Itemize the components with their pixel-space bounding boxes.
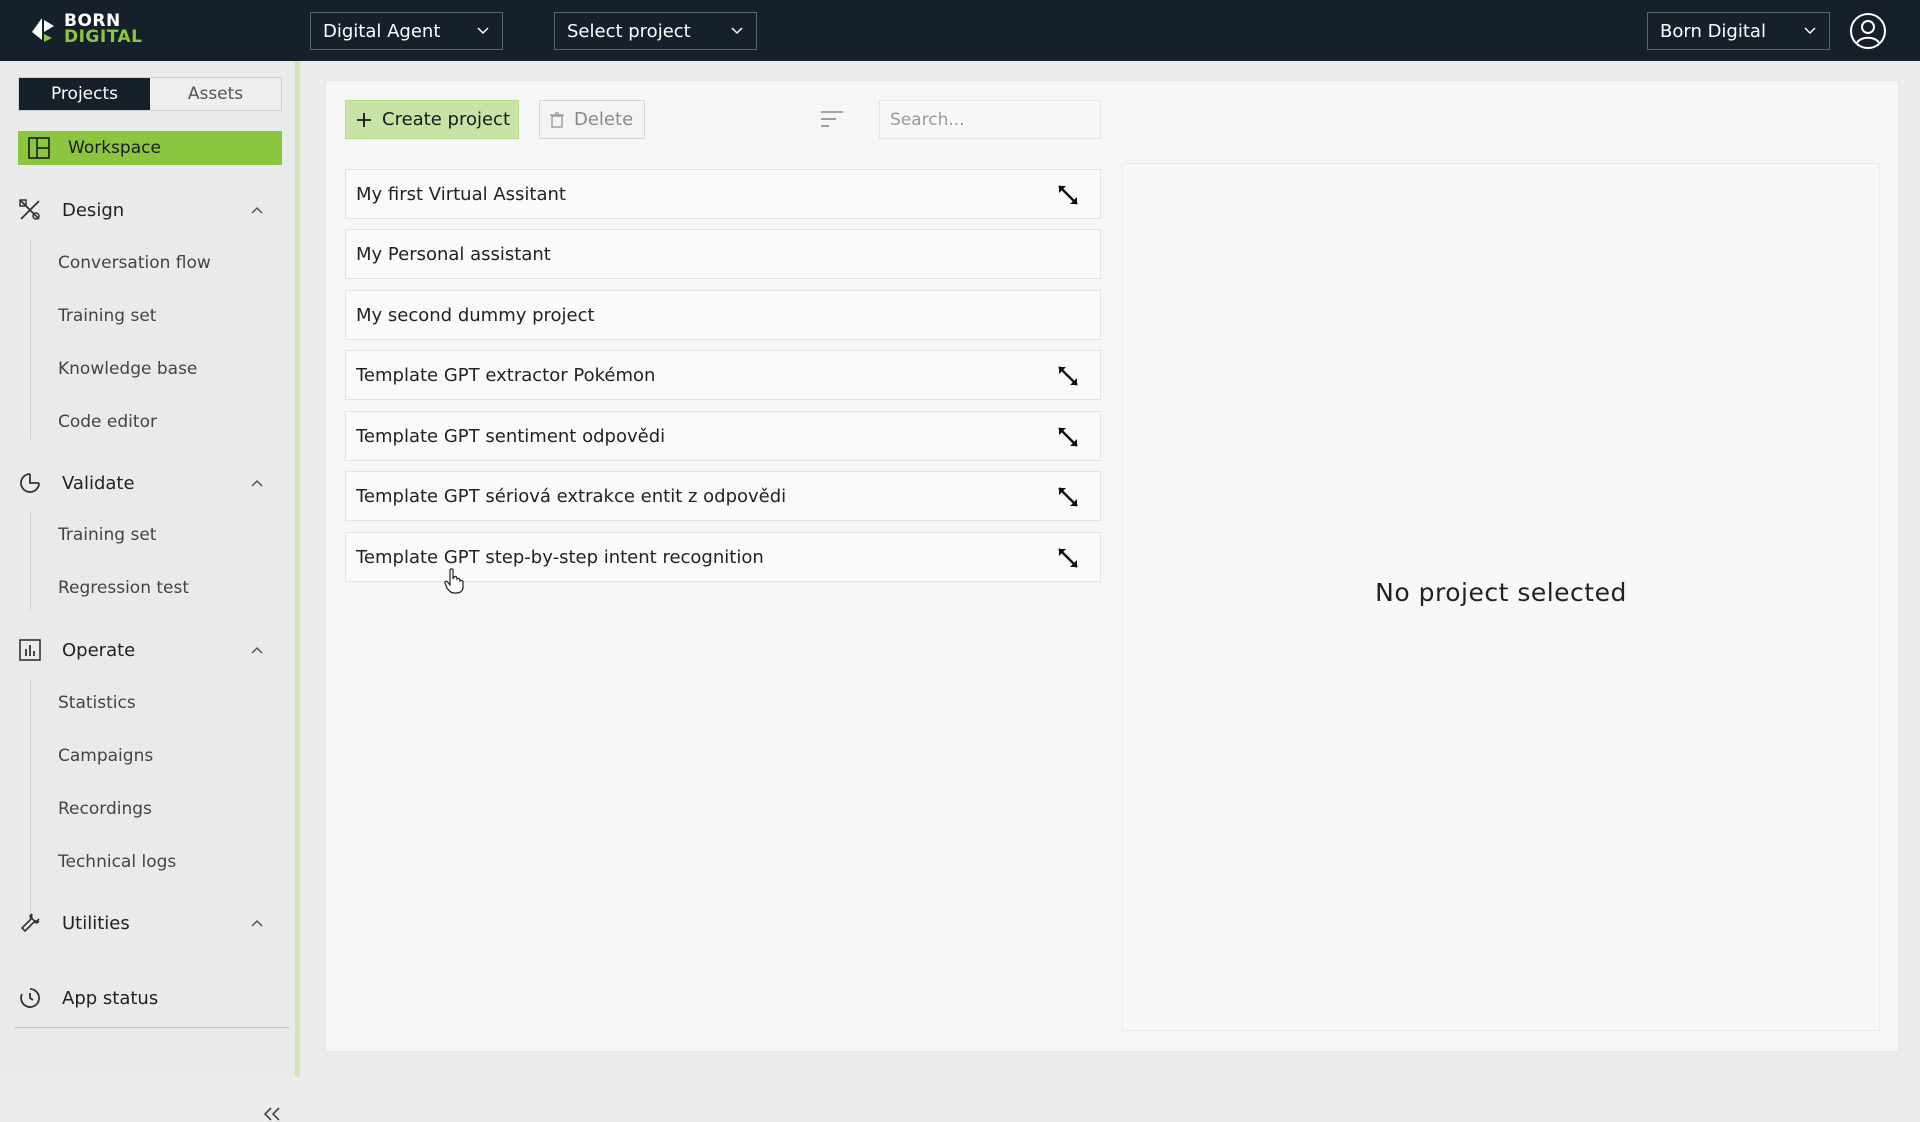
sidebar-item-technical-logs[interactable]: Technical logs [58,852,176,872]
agent-select-label: Digital Agent [323,20,441,42]
project-select-label: Select project [567,20,691,42]
sidebar-item-validate-training-set[interactable]: Training set [58,525,156,545]
sidebar-item-knowledge-base[interactable]: Knowledge base [58,359,197,379]
sidebar-item-recordings[interactable]: Recordings [58,799,152,819]
expand-arrows-icon[interactable] [1056,546,1080,570]
create-project-label: Create project [382,109,511,130]
logo-line2: DIGITAL [64,27,143,47]
sidebar-item-app-status[interactable]: App status [18,981,280,1015]
expand-arrows-icon[interactable] [1056,425,1080,449]
chevron-up-icon [251,206,263,214]
project-name: My Personal assistant [356,243,551,265]
project-name: My second dummy project [356,304,595,326]
chevron-up-icon [251,479,263,487]
collapse-sidebar-icon[interactable] [262,1106,282,1122]
expand-arrows-icon[interactable] [1056,485,1080,509]
validate-chart-icon [20,473,40,493]
born-digital-logo[interactable]: BORN DIGITAL [28,12,142,46]
section-operate-label: Operate [62,639,136,661]
project-name: Template GPT extractor Pokémon [356,364,656,386]
expand-arrows-icon[interactable] [1056,364,1080,388]
logo-mark-icon [32,18,54,42]
app-status-label: App status [62,987,159,1009]
expand-arrows-icon[interactable] [1056,183,1080,207]
top-bar: BORN DIGITAL Digital Agent Select projec… [0,0,1920,61]
tab-projects[interactable]: Projects [19,78,150,110]
section-utilities-label: Utilities [62,912,130,934]
plus-icon [357,112,371,127]
sidebar: Projects Assets Workspace Design Convers… [0,61,300,1121]
wrench-icon [20,913,40,933]
workspace-layout-icon [28,137,50,159]
sidebar-item-design-training-set[interactable]: Training set [58,306,156,326]
chevron-down-icon [731,27,743,35]
project-row[interactable]: My second dummy project [345,290,1101,340]
trash-icon [550,111,564,128]
organization-select-label: Born Digital [1660,20,1766,42]
chevron-down-icon [477,27,489,35]
chevron-down-icon [1804,27,1816,35]
create-project-button[interactable]: Create project [345,100,519,139]
sidebar-item-regression-test[interactable]: Regression test [58,578,189,598]
sidebar-item-workspace[interactable]: Workspace [18,131,282,165]
project-name: Template GPT sériová extrakce entit z od… [356,485,787,507]
project-row[interactable]: Template GPT sentiment odpovědi [345,411,1101,461]
project-row[interactable]: My Personal assistant [345,229,1101,279]
clock-status-icon [20,988,40,1008]
project-row[interactable]: My first Virtual Assitant [345,169,1101,219]
project-row[interactable]: Template GPT extractor Pokémon [345,350,1101,400]
organization-select[interactable]: Born Digital [1647,12,1830,50]
project-name: My first Virtual Assitant [356,183,566,205]
user-avatar-icon[interactable] [1849,12,1887,50]
chevron-up-icon [251,646,263,654]
project-select[interactable]: Select project [554,12,757,50]
hand-cursor-icon [444,568,464,594]
agent-select[interactable]: Digital Agent [310,12,503,50]
chevron-up-icon [251,919,263,927]
design-tools-icon [19,199,40,220]
empty-state-text: No project selected [1375,578,1627,607]
section-design-label: Design [62,199,125,221]
sidebar-item-statistics[interactable]: Statistics [58,693,136,713]
search-input[interactable] [879,100,1101,139]
section-validate[interactable]: Validate [18,466,280,500]
sidebar-item-conversation-flow[interactable]: Conversation flow [58,253,211,273]
sidebar-item-campaigns[interactable]: Campaigns [58,746,153,766]
project-name: Template GPT sentiment odpovědi [356,425,666,447]
tab-assets[interactable]: Assets [150,78,281,110]
section-validate-label: Validate [62,472,135,494]
sidebar-tabs: Projects Assets [18,77,282,111]
section-operate[interactable]: Operate [18,633,280,667]
workspace-label: Workspace [68,138,161,158]
project-name: Template GPT step-by-step intent recogni… [356,546,764,568]
section-design[interactable]: Design [18,193,280,227]
delete-label: Delete [574,109,634,130]
delete-button[interactable]: Delete [539,100,645,139]
project-row[interactable]: Template GPT sériová extrakce entit z od… [345,471,1101,521]
operate-bar-chart-icon [19,639,41,661]
section-utilities[interactable]: Utilities [18,906,280,940]
sidebar-item-code-editor[interactable]: Code editor [58,412,157,432]
sort-icon[interactable] [820,108,844,130]
